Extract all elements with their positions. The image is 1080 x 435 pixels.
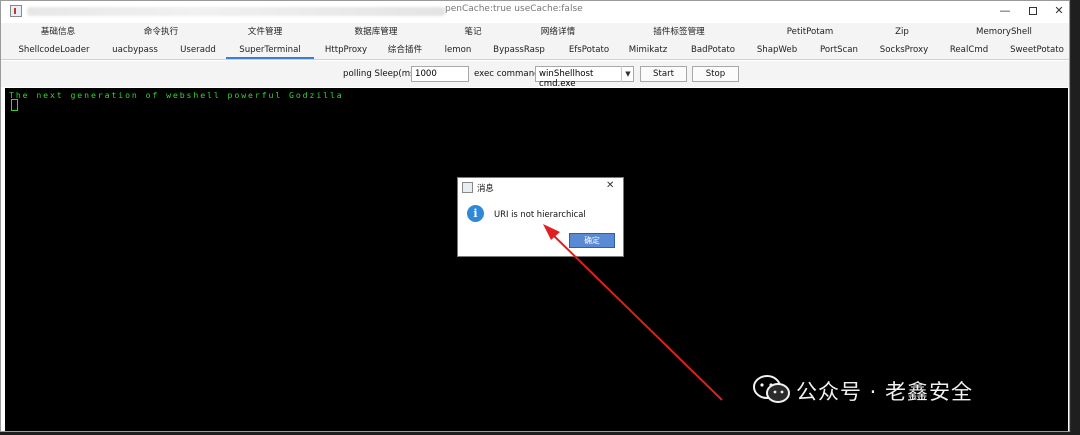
tab-row2-1[interactable]: uacbypass [103,41,167,59]
java-app-icon [10,5,22,17]
terminal-cursor [11,99,18,111]
tab-row1-7[interactable]: PetitPotam [770,23,850,41]
tab-row1-1[interactable]: 命令执行 [121,23,201,41]
window-title: penCache:true useCache:false [445,4,583,14]
tab-row2-8[interactable]: EfsPotato [560,41,618,59]
maximize-icon [1029,7,1037,15]
maximize-button[interactable] [1019,3,1047,19]
tab-row2-11[interactable]: ShapWeb [748,41,806,59]
polling-sleep-input[interactable]: 1000 [411,66,469,82]
tab-row1-5[interactable]: 网络详情 [518,23,598,41]
info-icon: i [467,205,484,222]
tab-row1-9[interactable]: MemoryShell [964,23,1044,41]
tab-row2-4[interactable]: HttpProxy [317,41,375,59]
desktop-background: penCache:true useCache:false — ✕ 基础信息 命令执… [0,0,1080,435]
tab-row2-9[interactable]: Mimikatz [623,41,673,59]
title-blurred-region [27,7,445,16]
plugin-tabs-row-1: 基础信息 命令执行 文件管理 数据库管理 笔记 网络详情 插件标签管理 PetitPotam Z… [1,23,1069,41]
terminal-banner-line: The next generation of webshell powerful… [9,90,344,100]
tab-row1-2[interactable]: 文件管理 [225,23,305,41]
java-app-icon [462,182,473,193]
dialog-close-button[interactable]: ✕ [606,180,614,191]
tab-row2-3[interactable]: SuperTerminal [226,41,314,59]
tab-row1-6[interactable]: 插件标签管理 [639,23,719,41]
tab-row2-13[interactable]: SocksProxy [872,41,936,59]
tab-row1-0[interactable]: 基础信息 [18,23,98,41]
dialog-message: URI is not hierarchical [494,209,586,219]
close-button[interactable]: ✕ [1045,3,1073,19]
ok-button[interactable]: 确定 [569,233,615,248]
background-window-edge [1071,0,1080,432]
message-dialog: 消息 ✕ i URI is not hierarchical 确定 [457,177,624,257]
wechat-icon [753,375,790,403]
tab-row2-10[interactable]: BadPotato [683,41,743,59]
exec-command-select[interactable]: winShellhost cmd.exe [535,66,634,89]
tab-row2-12[interactable]: PortScan [811,41,867,59]
tab-row2-2[interactable]: Useradd [172,41,224,59]
tab-row1-3[interactable]: 数据库管理 [336,23,416,41]
tab-row1-4[interactable]: 笔记 [433,23,513,41]
watermark-text: 公众号 · 老鑫安全 [796,380,974,404]
tab-row2-5[interactable]: 综合插件 [380,41,430,59]
title-bar[interactable]: penCache:true useCache:false — ✕ [1,1,1069,21]
minimize-button[interactable]: — [991,3,1019,19]
start-button[interactable]: Start [640,66,687,82]
chevron-down-icon[interactable]: ▼ [621,66,634,82]
tab-row2-6[interactable]: lemon [436,41,480,59]
stop-button[interactable]: Stop [692,66,739,82]
dialog-title: 消息 [477,183,494,193]
tab-row2-14[interactable]: RealCmd [942,41,996,59]
tab-row2-7[interactable]: BypassRasp [482,41,556,59]
tab-row1-8[interactable]: Zip [862,23,942,41]
tab-row2-0[interactable]: ShellcodeLoader [12,41,96,59]
exec-command-label: exec command [474,69,540,79]
polling-sleep-label: polling Sleep(ms) [343,69,418,79]
tab-row2-15[interactable]: SweetPotato [1006,41,1068,59]
plugin-tabs-row-2: ShellcodeLoader uacbypass Useradd SuperTerm… [1,41,1069,60]
terminal-toolbar: polling Sleep(ms) 1000 exec command winS… [1,61,1069,89]
